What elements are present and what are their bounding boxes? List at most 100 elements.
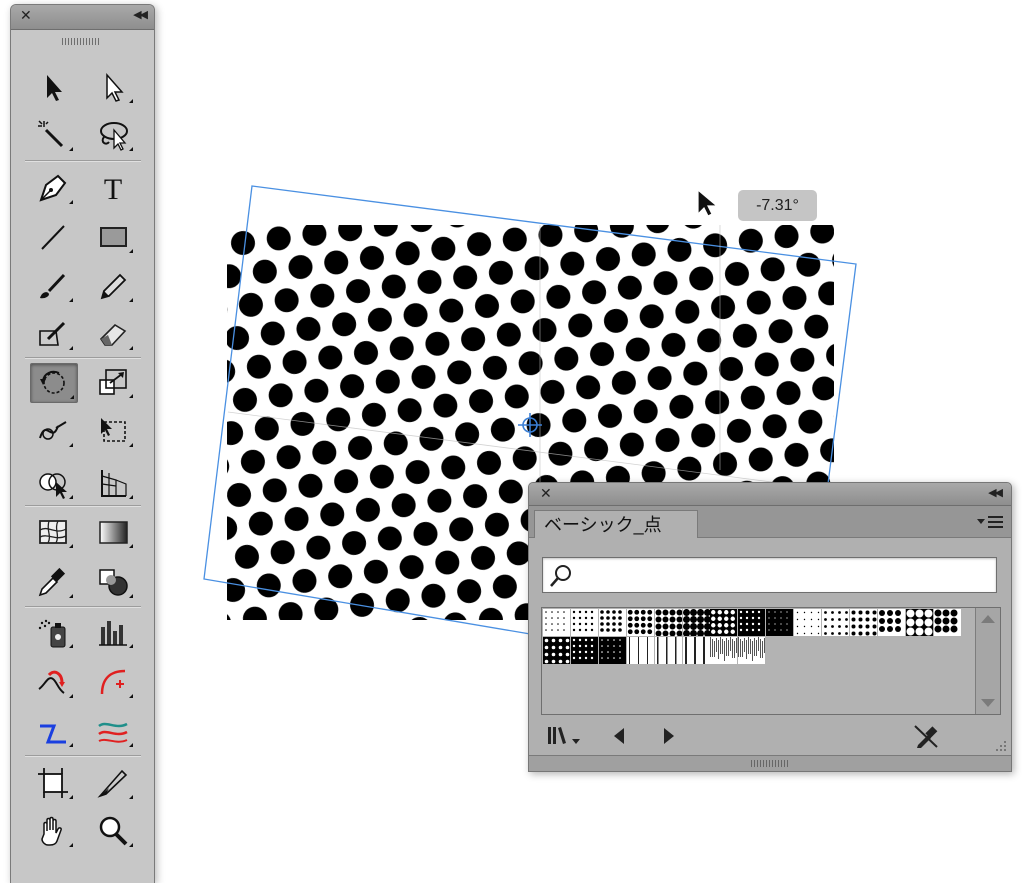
flyout-indicator — [70, 395, 74, 399]
panel-menu-icon[interactable] — [977, 515, 1003, 529]
zoom-tool-icon — [99, 816, 128, 846]
artboard-tool-button[interactable] — [30, 764, 76, 802]
pattern-swatch[interactable] — [543, 637, 570, 664]
flyout-indicator — [69, 644, 73, 648]
column-graph-tool-button[interactable] — [90, 613, 136, 651]
pattern-swatch[interactable] — [710, 609, 738, 636]
panel-grip[interactable] — [751, 760, 789, 767]
swatch-search-field[interactable] — [542, 557, 997, 593]
puppet-warp-tool-button[interactable] — [90, 712, 136, 750]
rotate-tool-button[interactable] — [30, 363, 78, 403]
next-library-button[interactable] — [657, 723, 681, 749]
pen-tool-button[interactable] — [30, 169, 76, 207]
pattern-swatch[interactable] — [849, 609, 877, 636]
blend-tool-icon — [99, 569, 128, 596]
pattern-swatch[interactable] — [905, 609, 933, 636]
panel-grip[interactable] — [62, 38, 100, 45]
eraser-tool-icon — [99, 323, 127, 346]
blob-brush-tool-button[interactable] — [30, 315, 76, 353]
selection-tool-button[interactable] — [30, 68, 76, 106]
pattern-swatch[interactable] — [710, 637, 738, 664]
tool-group-separator — [25, 160, 141, 162]
pattern-swatch[interactable] — [877, 609, 905, 636]
gradient-tool-icon — [99, 521, 128, 544]
curvature-tool-button[interactable] — [90, 663, 136, 701]
tools-panel-header: ✕ ◀◀ — [11, 5, 154, 30]
flyout-indicator — [129, 795, 133, 799]
mesh-tool-icon — [39, 520, 67, 544]
tab-basic-dots[interactable]: ベーシック_点 — [534, 510, 698, 538]
pen-tool-icon — [39, 174, 67, 202]
search-icon — [550, 565, 571, 587]
swatch-scrollbar[interactable] — [975, 608, 1000, 714]
flyout-indicator — [129, 843, 133, 847]
perspective-grid-tool-button[interactable] — [90, 464, 136, 502]
pattern-swatch[interactable] — [738, 637, 766, 664]
mesh-tool-button[interactable] — [30, 513, 76, 551]
lasso-tool-button[interactable] — [90, 116, 136, 154]
line-segment-tool-icon — [41, 225, 65, 250]
pattern-swatch[interactable] — [654, 609, 683, 637]
pattern-swatch[interactable] — [570, 609, 598, 636]
scroll-up-icon[interactable] — [981, 615, 995, 623]
pattern-swatch[interactable] — [822, 609, 849, 636]
resize-grip-icon[interactable] — [993, 739, 1007, 753]
eyedropper-tool-icon — [38, 567, 66, 597]
eraser-tool-button[interactable] — [90, 315, 136, 353]
pattern-swatch[interactable] — [626, 637, 654, 664]
flyout-indicator — [69, 147, 73, 151]
width-tool-button[interactable] — [30, 663, 76, 701]
perspective-grid-tool-icon — [101, 470, 127, 497]
artboard-tool-icon — [38, 768, 68, 798]
pattern-swatch[interactable] — [570, 637, 598, 664]
hand-tool-button[interactable] — [30, 812, 76, 850]
collapse-icon[interactable]: ◀◀ — [988, 486, 1003, 499]
pattern-swatch[interactable] — [682, 609, 711, 637]
zoom-tool-button[interactable] — [90, 812, 136, 850]
pattern-swatch[interactable] — [766, 609, 794, 636]
swatch-library-menu-button[interactable] — [545, 723, 585, 749]
eyedropper-tool-button[interactable] — [30, 563, 76, 601]
symbol-sprayer-tool-button[interactable] — [30, 613, 76, 651]
search-input[interactable] — [577, 562, 991, 590]
pattern-swatch[interactable] — [626, 609, 654, 636]
pattern-swatch[interactable] — [543, 609, 570, 636]
pattern-swatch[interactable] — [682, 637, 710, 664]
tool-group-separator — [25, 505, 141, 507]
previous-library-button[interactable] — [607, 723, 631, 749]
pattern-swatch[interactable] — [598, 637, 626, 664]
collapse-icon[interactable]: ◀◀ — [133, 8, 148, 21]
paintbrush-tool-button[interactable] — [30, 267, 76, 305]
arrow-cursor-icon — [697, 188, 719, 217]
gradient-tool-button[interactable] — [90, 513, 136, 551]
flyout-indicator — [129, 694, 133, 698]
pattern-swatch[interactable] — [933, 609, 961, 636]
tools-panel: ✕ ◀◀ T — [10, 4, 155, 883]
free-transform-tool-button[interactable] — [90, 412, 136, 450]
line-segment-tool-button[interactable] — [30, 218, 76, 256]
slice-tool-button[interactable] — [90, 764, 136, 802]
pattern-swatch[interactable] — [794, 609, 822, 636]
shape-builder-tool-button[interactable] — [30, 464, 76, 502]
eyedropper-crossed-button[interactable] — [911, 723, 941, 749]
rectangle-tool-button[interactable] — [90, 218, 136, 256]
scale-tool-button[interactable] — [90, 363, 136, 401]
pattern-swatch[interactable] — [738, 609, 766, 636]
direct-selection-tool-button[interactable] — [90, 68, 136, 106]
pencil-tool-button[interactable] — [90, 267, 136, 305]
close-icon[interactable]: ✕ — [540, 485, 552, 502]
pattern-swatch[interactable] — [598, 609, 626, 636]
panel-tabbar: ベーシック_点 — [529, 506, 1011, 538]
scroll-down-icon[interactable] — [981, 699, 995, 707]
width-tool-icon — [38, 670, 65, 694]
type-tool-button[interactable]: T — [90, 169, 136, 207]
blend-tool-button[interactable] — [90, 563, 136, 601]
pattern-swatch[interactable] — [654, 637, 682, 664]
warp-tool-button[interactable] — [30, 412, 76, 450]
magic-wand-tool-button[interactable] — [30, 116, 76, 154]
symbol-sprayer-tool-icon — [38, 619, 66, 648]
flyout-indicator — [69, 298, 73, 302]
panel-header: ✕ ◀◀ — [529, 483, 1011, 506]
join-tool-button[interactable] — [30, 712, 76, 750]
close-icon[interactable]: ✕ — [20, 7, 32, 24]
